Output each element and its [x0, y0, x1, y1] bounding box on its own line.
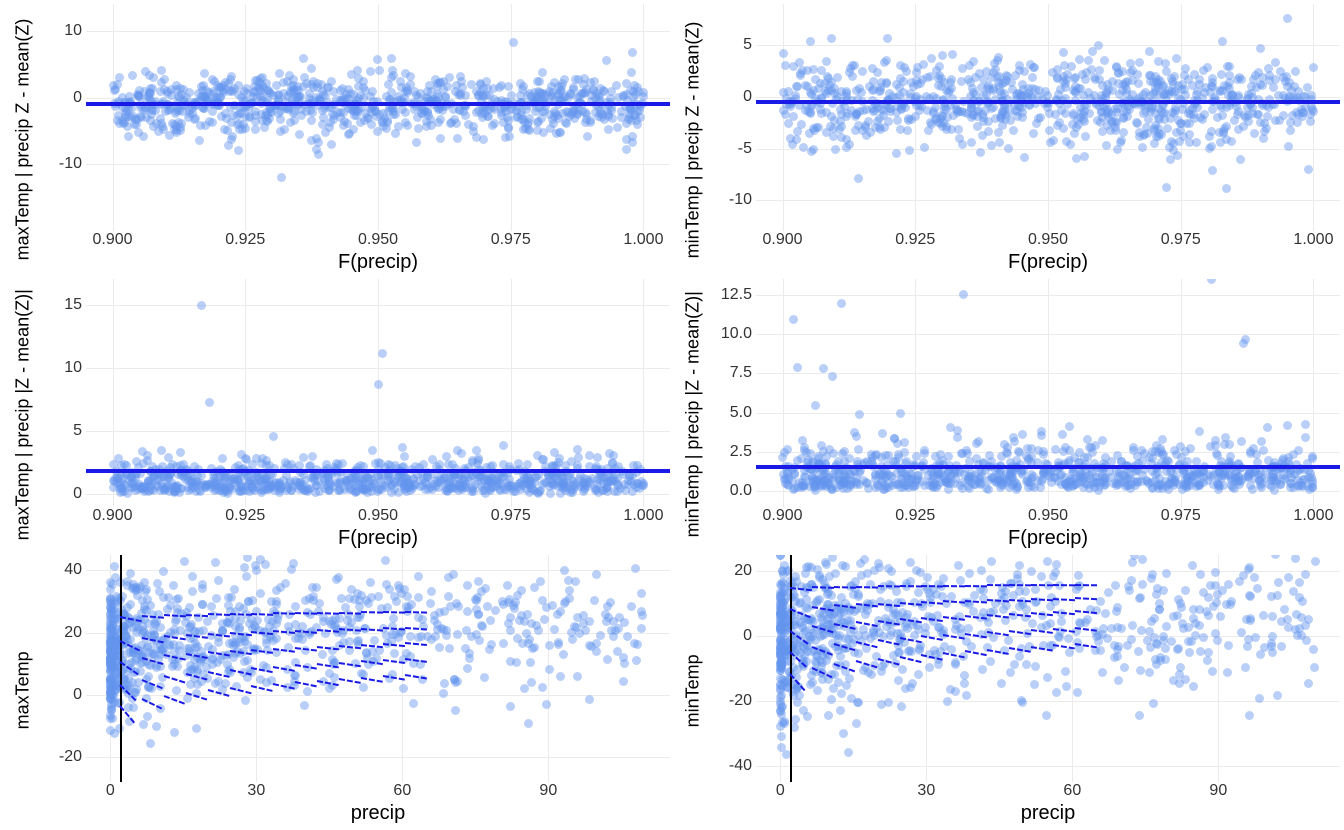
x-tick-label: 30 [247, 782, 265, 800]
x-axis-label: F(precip) [756, 251, 1340, 275]
x-tick-label: 1.000 [623, 231, 663, 249]
x-tick-label: 60 [1063, 782, 1081, 800]
y-tick-label: 40 [64, 561, 82, 579]
y-tick-label: 5 [743, 36, 752, 54]
y-tick-label: -20 [59, 748, 82, 766]
x-axis-label: F(precip) [756, 527, 1340, 551]
x-axis: 0.900 0.925 0.950 0.975 1.000 [86, 507, 670, 527]
plot-area [756, 279, 1340, 506]
y-tick-label: 10.0 [721, 325, 752, 343]
x-tick-label: 0.925 [895, 507, 935, 525]
x-tick-label: 90 [539, 782, 557, 800]
vertical-line [120, 555, 122, 782]
y-axis-label: minTemp | precip Z - mean(Z) [674, 4, 712, 275]
x-axis-label: F(precip) [86, 251, 670, 275]
panel-1-1: minTemp | precip |Z - mean(Z)| 0.0 2.5 5.0 7… [674, 279, 1340, 550]
x-axis: 0.900 0.925 0.950 0.975 1.000 [756, 231, 1340, 251]
x-axis: 0 30 60 90 [756, 782, 1340, 802]
y-axis-label: minTemp | precip |Z - mean(Z)| [674, 279, 712, 550]
x-tick-label: 0.950 [358, 231, 398, 249]
y-axis-label: maxTemp | precip Z - mean(Z) [4, 4, 42, 275]
y-axis-label: minTemp [674, 555, 712, 826]
plot-area [756, 555, 1340, 782]
trend-line [86, 102, 670, 106]
plot-area [86, 279, 670, 506]
y-tick-label: 5 [73, 422, 82, 440]
y-tick-label: -5 [738, 140, 752, 158]
x-tick-label: 0.950 [1028, 231, 1068, 249]
x-axis-label: F(precip) [86, 527, 670, 551]
x-axis-label: precip [756, 802, 1340, 826]
x-tick-label: 1.000 [623, 507, 663, 525]
y-tick-label: 0 [73, 686, 82, 704]
y-axis-label: maxTemp [4, 555, 42, 826]
y-tick-label: 20 [64, 624, 82, 642]
x-tick-label: 60 [393, 782, 411, 800]
y-tick-label: 7.5 [730, 364, 752, 382]
panel-0-1: minTemp | precip Z - mean(Z) -10 -5 0 5 0.900… [674, 4, 1340, 275]
x-axis: 0.900 0.925 0.950 0.975 1.000 [756, 507, 1340, 527]
x-tick-label: 0.925 [895, 231, 935, 249]
panel-2-0: maxTemp -20 0 20 40 0 30 60 90 precip [4, 555, 670, 826]
x-tick-label: 0.900 [93, 507, 133, 525]
x-tick-label: 1.000 [1293, 507, 1333, 525]
y-tick-label: 10 [64, 359, 82, 377]
x-tick-label: 0.950 [358, 507, 398, 525]
y-tick-label: -20 [729, 692, 752, 710]
y-tick-label: -40 [729, 757, 752, 775]
y-axis: -20 0 20 40 [42, 555, 86, 782]
x-tick-label: 30 [917, 782, 935, 800]
plot-area [756, 4, 1340, 231]
x-tick-label: 0 [106, 782, 115, 800]
y-tick-label: 2.5 [730, 443, 752, 461]
x-axis: 0 30 60 90 [86, 782, 670, 802]
x-tick-label: 90 [1209, 782, 1227, 800]
trend-line [756, 100, 1340, 104]
x-axis-label: precip [86, 802, 670, 826]
x-tick-label: 0.925 [225, 507, 265, 525]
y-axis-label: maxTemp | precip |Z - mean(Z)| [4, 279, 42, 550]
y-tick-label: 0 [743, 627, 752, 645]
y-tick-label: 20 [734, 562, 752, 580]
x-tick-label: 0.975 [1161, 231, 1201, 249]
y-axis: 0.0 2.5 5.0 7.5 10.0 12.5 [712, 279, 756, 506]
x-axis: 0.900 0.925 0.950 0.975 1.000 [86, 231, 670, 251]
x-tick-label: 0.975 [1161, 507, 1201, 525]
y-tick-label: 10 [64, 22, 82, 40]
y-tick-label: 12.5 [721, 286, 752, 304]
x-tick-label: 0.975 [491, 507, 531, 525]
y-axis: -40 -20 0 20 [712, 555, 756, 782]
trend-line [756, 465, 1340, 469]
x-tick-label: 0.900 [763, 507, 803, 525]
y-tick-label: -10 [59, 155, 82, 173]
panel-0-0: maxTemp | precip Z - mean(Z)-100100.9000… [4, 4, 670, 275]
y-tick-label: 0 [73, 89, 82, 107]
y-axis: 0 5 10 15 [42, 279, 86, 506]
x-tick-label: 0.900 [93, 231, 133, 249]
y-tick-label: 0.0 [730, 482, 752, 500]
y-axis: -10 0 10 [42, 4, 86, 231]
x-tick-label: 1.000 [1293, 231, 1333, 249]
panel-2-1: minTemp -40 -20 0 20 0 30 60 90 precip [674, 555, 1340, 826]
y-tick-label: 0 [73, 485, 82, 503]
y-tick-label: 5.0 [730, 404, 752, 422]
x-tick-label: 0.925 [225, 231, 265, 249]
x-tick-label: 0.975 [491, 231, 531, 249]
y-tick-label: 15 [64, 296, 82, 314]
plot-area [86, 555, 670, 782]
y-tick-label: -10 [729, 191, 752, 209]
x-tick-label: 0.950 [1028, 507, 1068, 525]
y-tick-label: 0 [743, 88, 752, 106]
trend-line [86, 469, 670, 473]
panel-1-0: maxTemp | precip |Z - mean(Z)| 0 5 10 15 0.90… [4, 279, 670, 550]
y-axis: -10 -5 0 5 [712, 4, 756, 231]
x-tick-label: 0 [776, 782, 785, 800]
x-tick-label: 0.900 [763, 231, 803, 249]
plot-area [86, 4, 670, 231]
